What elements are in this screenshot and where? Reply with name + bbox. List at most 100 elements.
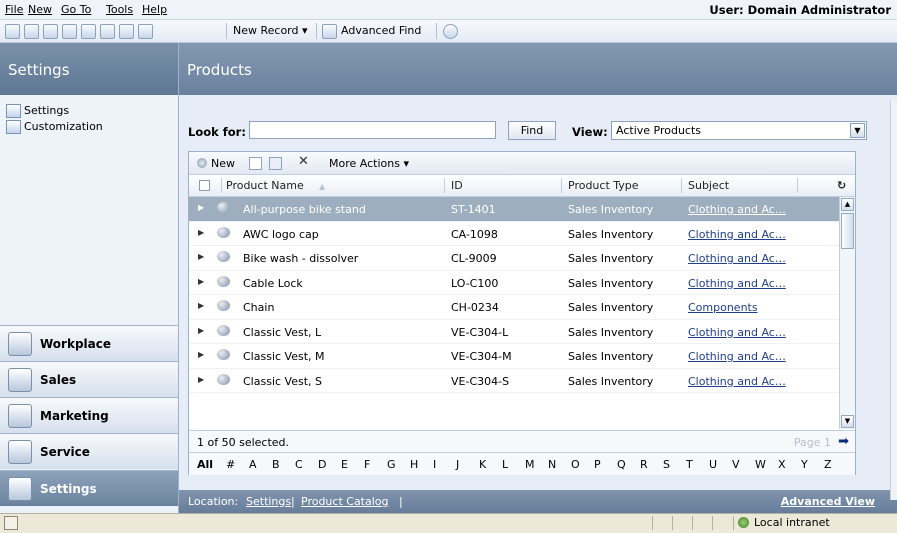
assign-icon[interactable] [249,157,262,170]
table-row[interactable]: ▶ AWC logo cap CA-1098 Sales Inventory Cloth… [189,222,839,246]
alphabet-filter-item[interactable]: D [318,458,326,471]
forward-icon[interactable] [43,24,58,39]
expand-icon[interactable]: ▶ [198,203,204,212]
expand-icon[interactable]: ▶ [198,252,204,261]
wunderbar-service[interactable]: Service [0,433,178,469]
cell-subject-link[interactable]: Clothing and Ac… [688,350,786,363]
cell-subject-link[interactable]: Clothing and Ac… [688,228,786,241]
alphabet-filter-item[interactable]: E [341,458,348,471]
nav-item-customization[interactable]: Customization [24,120,103,133]
cell-product-name[interactable]: Classic Vest, S [243,375,322,388]
wunderbar-sales[interactable]: Sales [0,361,178,397]
alphabet-filter-item[interactable]: Q [617,458,626,471]
nav-item-settings[interactable]: Settings [24,104,69,117]
col-product-name[interactable]: Product Name [226,179,304,192]
col-product-type[interactable]: Product Type [568,179,639,192]
alphabet-filter-item[interactable]: C [295,458,303,471]
document-icon[interactable] [81,24,96,39]
back-icon[interactable] [24,24,39,39]
cell-product-name[interactable]: Classic Vest, M [243,350,325,363]
alphabet-filter-item[interactable]: O [571,458,580,471]
page-scrollbar[interactable] [890,100,897,500]
alphabet-filter-item[interactable]: # [226,458,235,471]
wunderbar-workplace[interactable]: Workplace [0,325,178,361]
cell-subject-link[interactable]: Clothing and Ac… [688,203,786,216]
expand-icon[interactable]: ▶ [198,375,204,384]
mail-icon[interactable] [62,24,77,39]
table-row[interactable]: ▶ All-purpose bike stand ST-1401 Sales Inve… [189,197,839,222]
new-button[interactable]: New [211,157,235,170]
wunderbar-settings[interactable]: Settings [0,470,178,506]
menu-file[interactable]: File [5,3,23,16]
report-icon[interactable] [119,24,134,39]
alphabet-filter-item[interactable]: P [594,458,601,471]
menu-new[interactable]: New [28,3,52,16]
help-icon[interactable] [443,24,458,39]
cell-subject-link[interactable]: Components [688,301,758,314]
alphabet-filter-item[interactable]: J [456,458,459,471]
alphabet-filter-item[interactable]: Y [801,458,808,471]
scroll-thumb[interactable] [841,213,854,249]
alphabet-filter-item[interactable]: M [525,458,535,471]
advanced-find-button[interactable]: Advanced Find [341,24,421,37]
advanced-view-link[interactable]: Advanced View [781,495,875,508]
grid-scrollbar[interactable]: ▲ ▼ [839,197,855,429]
table-row[interactable]: ▶ Chain CH-0234 Sales Inventory Components [189,295,839,320]
table-row[interactable]: ▶ Classic Vest, M VE-C304-M Sales Inventory… [189,344,839,369]
alphabet-filter-item[interactable]: H [410,458,418,471]
scroll-down-icon[interactable]: ▼ [841,415,854,428]
cell-product-name[interactable]: AWC logo cap [243,228,319,241]
alphabet-filter-item[interactable]: S [663,458,670,471]
alphabet-filter-item[interactable]: F [364,458,370,471]
wunderbar-marketing[interactable]: Marketing [0,397,178,433]
search-input[interactable] [249,121,496,139]
breadcrumb-settings[interactable]: Settings [246,495,291,508]
cell-subject-link[interactable]: Clothing and Ac… [688,375,786,388]
chevron-down-icon[interactable]: ▼ [850,123,865,138]
col-id[interactable]: ID [451,179,463,192]
refresh-icon[interactable]: ↻ [837,179,846,192]
alphabet-filter-item[interactable]: A [249,458,257,471]
scroll-up-icon[interactable]: ▲ [841,198,854,211]
alphabet-filter-item[interactable]: T [686,458,693,471]
cell-subject-link[interactable]: Clothing and Ac… [688,277,786,290]
alphabet-filter-item[interactable]: B [272,458,280,471]
alphabet-filter-item[interactable]: G [387,458,396,471]
alphabet-filter-item[interactable]: V [732,458,740,471]
menu-tools[interactable]: Tools [106,3,133,16]
delete-icon[interactable]: ✕ [298,154,309,169]
find-button[interactable]: Find [508,121,556,140]
cell-product-name[interactable]: Cable Lock [243,277,303,290]
expand-icon[interactable]: ▶ [198,277,204,286]
cell-product-name[interactable]: All-purpose bike stand [243,203,366,216]
expand-icon[interactable]: ▶ [198,326,204,335]
cell-subject-link[interactable]: Clothing and Ac… [688,326,786,339]
view-select[interactable]: Active Products ▼ [611,121,867,140]
alphabet-filter-item[interactable]: All [197,458,213,471]
person-icon[interactable] [138,24,153,39]
menu-help[interactable]: Help [142,3,167,16]
new-record-button[interactable]: New Record ▾ [233,24,308,37]
table-row[interactable]: ▶ Cable Lock LO-C100 Sales Inventory Clothin… [189,271,839,295]
alphabet-filter-item[interactable]: L [502,458,508,471]
calendar-icon[interactable] [100,24,115,39]
alphabet-filter-item[interactable]: I [433,458,436,471]
alphabet-filter-item[interactable]: N [548,458,556,471]
print-icon[interactable] [5,24,20,39]
alphabet-filter-item[interactable]: U [709,458,717,471]
next-page-icon[interactable]: ➡ [838,434,849,449]
export-icon[interactable] [269,157,282,170]
select-all-checkbox[interactable] [199,180,210,191]
menu-goto[interactable]: Go To [61,3,91,16]
alphabet-filter-item[interactable]: K [479,458,486,471]
table-row[interactable]: ▶ Classic Vest, L VE-C304-L Sales Inventory… [189,320,839,344]
cell-product-name[interactable]: Bike wash - dissolver [243,252,358,265]
more-actions-button[interactable]: More Actions ▾ [329,157,409,170]
cell-product-name[interactable]: Chain [243,301,274,314]
col-subject[interactable]: Subject [688,179,729,192]
cell-subject-link[interactable]: Clothing and Ac… [688,252,786,265]
expand-icon[interactable]: ▶ [198,301,204,310]
alphabet-filter-item[interactable]: X [778,458,786,471]
cell-product-name[interactable]: Classic Vest, L [243,326,321,339]
table-row[interactable]: ▶ Bike wash - dissolver CL-9009 Sales Inven… [189,246,839,271]
